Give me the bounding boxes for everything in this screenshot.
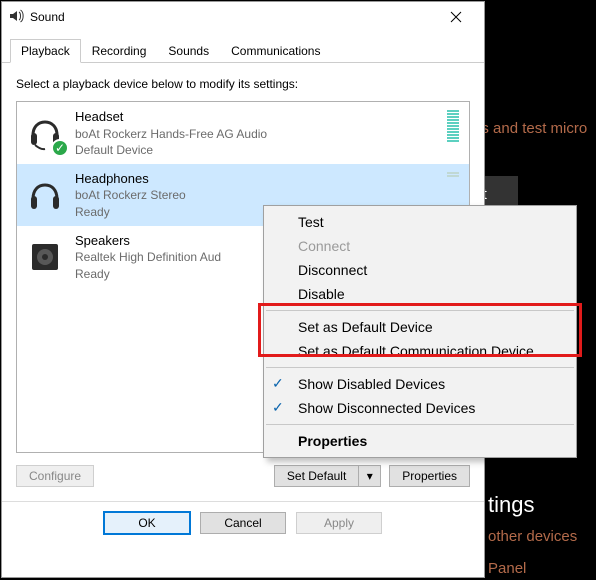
menu-separator <box>266 424 574 425</box>
set-default-button[interactable]: Set Default <box>274 465 359 487</box>
set-default-dropdown[interactable]: ▾ <box>359 465 381 487</box>
chevron-down-icon: ▾ <box>367 469 373 483</box>
titlebar: Sound <box>2 2 484 32</box>
device-sub: boAt Rockerz Stereo <box>75 187 186 203</box>
device-name: Speakers <box>75 232 221 250</box>
menu-properties[interactable]: Properties <box>264 429 576 453</box>
level-meter <box>447 172 459 177</box>
instruction-text: Select a playback device below to modify… <box>16 77 470 91</box>
menu-show-disconnected[interactable]: ✓ Show Disconnected Devices <box>264 396 576 420</box>
menu-disconnect[interactable]: Disconnect <box>264 258 576 282</box>
check-icon: ✓ <box>272 375 284 392</box>
tab-playback[interactable]: Playback <box>10 39 81 63</box>
speakers-icon <box>25 237 65 277</box>
set-default-split-button[interactable]: Set Default ▾ <box>274 465 381 487</box>
level-meter <box>447 110 459 142</box>
menu-show-disabled[interactable]: ✓ Show Disabled Devices <box>264 372 576 396</box>
menu-label: Show Disconnected Devices <box>298 400 475 416</box>
bg-link-panel[interactable]: Panel <box>488 560 526 577</box>
properties-button[interactable]: Properties <box>389 465 470 487</box>
device-status: Default Device <box>75 142 267 158</box>
bg-link-mic[interactable]: es and test micro <box>473 120 587 137</box>
check-icon: ✓ <box>272 399 284 416</box>
menu-separator <box>266 367 574 368</box>
apply-button[interactable]: Apply <box>296 512 382 534</box>
tab-strip: Playback Recording Sounds Communications <box>2 32 484 63</box>
window-title: Sound <box>30 10 434 24</box>
menu-separator <box>266 310 574 311</box>
device-sub: boAt Rockerz Hands-Free AG Audio <box>75 126 267 142</box>
ok-button[interactable]: OK <box>104 512 190 534</box>
context-menu: Test Connect Disconnect Disable Set as D… <box>263 205 577 458</box>
device-row-headset[interactable]: ✓ Headset boAt Rockerz Hands-Free AG Aud… <box>17 102 469 164</box>
menu-set-default-device[interactable]: Set as Default Device <box>264 315 576 339</box>
tab-communications[interactable]: Communications <box>220 39 331 63</box>
bg-link-devices[interactable]: other devices <box>488 528 577 545</box>
speaker-icon <box>8 8 24 27</box>
close-button[interactable] <box>434 2 478 32</box>
device-name: Headphones <box>75 170 186 188</box>
headset-icon: ✓ <box>25 113 65 153</box>
device-status: Ready <box>75 204 186 220</box>
tab-sounds[interactable]: Sounds <box>157 39 220 63</box>
menu-label: Show Disabled Devices <box>298 376 445 392</box>
tab-recording[interactable]: Recording <box>81 39 158 63</box>
menu-test[interactable]: Test <box>264 210 576 234</box>
headphones-icon <box>25 175 65 215</box>
default-check-icon: ✓ <box>51 139 69 157</box>
device-status: Ready <box>75 266 221 282</box>
cancel-button[interactable]: Cancel <box>200 512 286 534</box>
menu-set-default-comm[interactable]: Set as Default Communication Device <box>264 339 576 363</box>
menu-connect: Connect <box>264 234 576 258</box>
device-name: Headset <box>75 108 267 126</box>
bg-heading-settings: tings <box>488 492 534 518</box>
menu-disable[interactable]: Disable <box>264 282 576 306</box>
configure-button[interactable]: Configure <box>16 465 94 487</box>
device-sub: Realtek High Definition Aud <box>75 249 221 265</box>
